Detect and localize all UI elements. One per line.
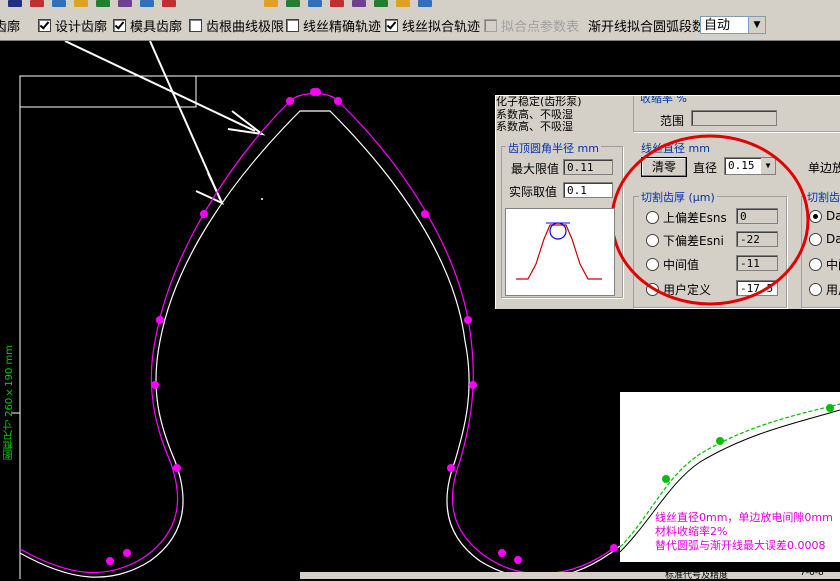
toolbar-icon[interactable] <box>352 0 366 7</box>
range-label: 范围 <box>660 114 685 128</box>
fit-point <box>464 316 472 324</box>
checkbox-box[interactable] <box>38 18 51 32</box>
zoom-inset: 线丝直径0mm，单边放电间隙0mm 材料收缩率2% 替代圆弧与渐开线最大误差0.… <box>620 392 840 562</box>
toolbar-icon[interactable] <box>264 0 278 7</box>
fit-point <box>286 97 294 105</box>
arc-segments-label: 渐开线拟合圆弧段数 <box>588 19 706 35</box>
toolbar-icon[interactable] <box>8 0 22 7</box>
title-block-grade: 7-6-8 <box>800 568 824 578</box>
fit-point <box>151 381 159 389</box>
fit-point <box>610 544 618 552</box>
checkbox-fit-point-table: 拟合点参数表 <box>484 16 579 35</box>
inset-line-3: 替代圆弧与渐开线最大误差0.0008 <box>655 539 826 552</box>
toolbar-icon[interactable] <box>74 0 88 7</box>
tip-actual-label: 实际取值 <box>509 185 558 199</box>
cursor-marker <box>261 198 263 200</box>
toolbar-icon[interactable] <box>162 0 176 7</box>
chevron-down-icon[interactable]: ▼ <box>748 17 765 33</box>
checkbox-mold-profile[interactable]: 模具齿廓 <box>113 16 182 35</box>
toolbar-icon[interactable] <box>286 0 300 7</box>
range-field[interactable] <box>691 110 777 126</box>
checkbox-box[interactable] <box>113 18 126 32</box>
toolbar-icon[interactable] <box>140 0 154 7</box>
fit-point <box>106 557 114 565</box>
fit-point <box>498 549 506 557</box>
fit-point <box>123 549 131 557</box>
toolbar-icon[interactable] <box>374 0 388 7</box>
annotation-arrows <box>64 41 266 206</box>
checkbox-wire-exact-path[interactable]: 线丝精确轨迹 <box>286 16 381 35</box>
fit-point <box>447 464 455 472</box>
toolbar-icon[interactable] <box>330 0 344 7</box>
shrink-group-title: 收缩率 % <box>638 96 689 106</box>
checkbox-box[interactable] <box>189 18 202 32</box>
toolbar-icon[interactable] <box>52 0 66 7</box>
fit-point <box>156 316 164 324</box>
fit-point <box>514 556 522 564</box>
checkbox-tooth-profile[interactable]: 齿廓 <box>0 16 20 35</box>
checkbox-box[interactable] <box>385 18 398 32</box>
frame-size-label: 图框尺寸 260×190 mm <box>4 344 15 460</box>
title-block-standard: 标准代号及精度 <box>665 571 729 581</box>
toolbar-icon[interactable] <box>308 0 322 7</box>
fit-point <box>469 381 477 389</box>
toolbar-icon[interactable] <box>96 0 110 7</box>
toolbar-icon[interactable] <box>418 0 432 7</box>
checkbox-root-curve-limit[interactable]: 齿根曲线极限 <box>189 16 284 35</box>
fit-point <box>421 210 429 218</box>
toolbar-icon-strip[interactable] <box>0 0 840 8</box>
fit-point <box>173 464 181 472</box>
tip-radius-title: 齿顶圆角半径 mm <box>506 140 601 156</box>
fit-point <box>334 97 342 105</box>
tooth-tip-preview <box>505 208 615 296</box>
checkbox-wire-fit-path[interactable]: 线丝拟合轨迹 <box>385 16 480 35</box>
fit-point <box>313 88 321 96</box>
toolbar-icon[interactable] <box>30 0 44 7</box>
checkbox-box <box>484 18 497 32</box>
material-note-3: 系数高、不吸湿 <box>496 120 573 133</box>
checkbox-box[interactable] <box>286 18 299 32</box>
arc-segments-select[interactable]: 自动 ▼ <box>700 16 766 34</box>
tip-max-label: 最大限值 <box>511 162 560 176</box>
title-block-strip: 标准代号及精度 7-6-8 <box>300 568 840 581</box>
checkbox-design-profile[interactable]: 设计齿廓 <box>38 16 107 35</box>
fit-point <box>200 210 208 218</box>
toolbar-icon[interactable] <box>118 0 132 7</box>
toolbar: 齿廓 设计齿廓 模具齿廓 齿根曲线极限 线丝精确轨迹 线丝拟合轨迹 拟合点参数表… <box>0 0 840 41</box>
toolbar-icon[interactable] <box>396 0 410 7</box>
highlight-ellipse <box>610 134 810 306</box>
